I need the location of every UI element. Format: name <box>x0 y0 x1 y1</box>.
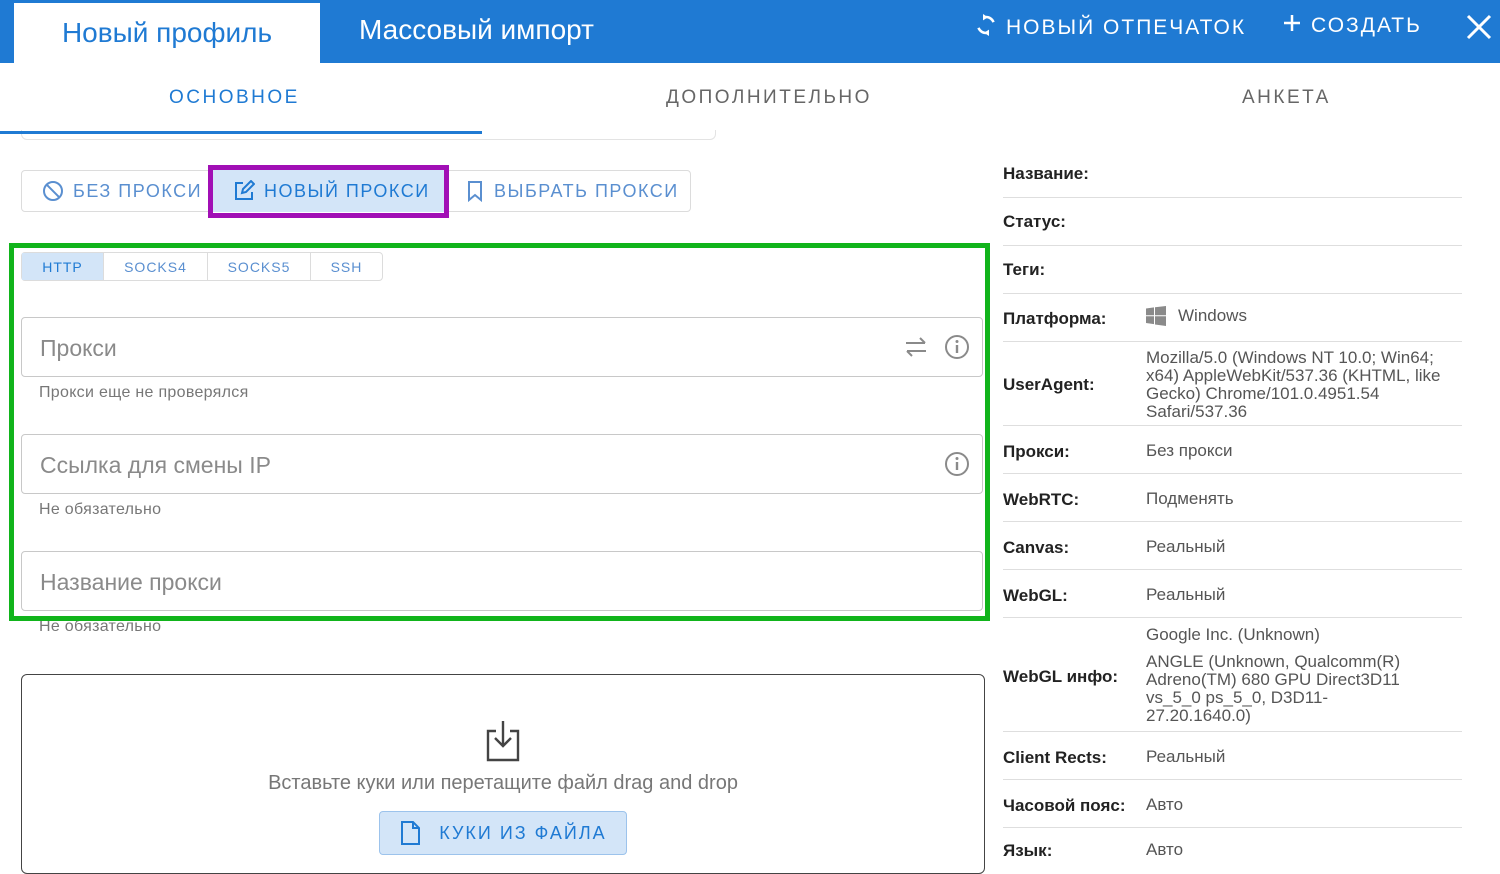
summary-value: Реальный <box>1146 747 1226 766</box>
summary-value: vs_5_0 ps_5_0, D3D11- <box>1146 688 1329 707</box>
summary-value: Реальный <box>1146 537 1226 556</box>
highlight-proxy-form <box>9 243 990 621</box>
file-icon <box>401 821 421 845</box>
tab-basic[interactable]: ОСНОВНОЕ <box>169 87 300 109</box>
top-bar: Новый профиль Массовый импорт НОВЫЙ ОТПЕ… <box>0 0 1500 63</box>
summary-row-webgl-info: WebGL инфо: Google Inc. (Unknown) ANGLE … <box>1003 618 1462 732</box>
summary-label: Платформа: <box>1003 309 1107 328</box>
summary-value: 27.20.1640.0) <box>1146 706 1251 725</box>
summary-label: Прокси: <box>1003 442 1070 461</box>
cookies-drop-text: Вставьте куки или перетащите файл drag a… <box>268 772 738 794</box>
no-proxy-label: БЕЗ ПРОКСИ <box>73 180 203 201</box>
summary-row-useragent: UserAgent: Mozilla/5.0 (Windows NT 10.0;… <box>1003 342 1462 426</box>
summary-label: WebRTC: <box>1003 490 1080 509</box>
download-icon <box>485 719 521 768</box>
select-proxy-label: ВЫБРАТЬ ПРОКСИ <box>494 180 679 201</box>
active-tab-indicator <box>0 131 482 134</box>
tab-mass-import[interactable]: Массовый импорт <box>359 14 594 46</box>
windows-icon <box>1146 306 1166 331</box>
block-icon <box>43 181 63 201</box>
summary-row-tags: Теги: <box>1003 246 1462 294</box>
new-fingerprint-label: НОВЫЙ ОТПЕЧАТОК <box>1006 16 1247 39</box>
summary-row-name: Название: <box>1003 150 1462 198</box>
summary-row-proxy: Прокси: Без прокси <box>1003 426 1462 474</box>
summary-row-client-rects: Client Rects: Реальный <box>1003 732 1462 780</box>
summary-value: Без прокси <box>1146 441 1233 460</box>
summary-value: Mozilla/5.0 (Windows NT 10.0; Win64; <box>1146 348 1434 367</box>
summary-label: Client Rects: <box>1003 748 1107 767</box>
summary-row-status: Статус: <box>1003 198 1462 246</box>
no-proxy-button[interactable]: БЕЗ ПРОКСИ <box>22 170 208 212</box>
summary-label: WebGL инфо: <box>1003 667 1119 686</box>
summary-value: Реальный <box>1146 585 1226 604</box>
summary-label: Язык: <box>1003 841 1053 860</box>
refresh-icon <box>976 14 996 42</box>
close-icon[interactable] <box>1462 10 1496 44</box>
summary-label: Статус: <box>1003 212 1066 231</box>
summary-row-platform: Платформа: Windows <box>1003 294 1462 342</box>
create-button[interactable]: СОЗДАТЬ <box>1283 14 1422 38</box>
summary-value: Google Inc. (Unknown) <box>1146 625 1320 644</box>
cookies-from-file-label: КУКИ ИЗ ФАЙЛА <box>439 822 607 843</box>
summary-label: WebGL: <box>1003 586 1068 605</box>
summary-value: Windows <box>1178 306 1247 325</box>
summary-value: Авто <box>1146 840 1184 859</box>
bookmark-icon <box>468 181 482 202</box>
select-proxy-button[interactable]: ВЫБРАТЬ ПРОКСИ <box>449 170 689 212</box>
summary-row-language: Язык: Авто <box>1003 828 1462 861</box>
tab-additional[interactable]: ДОПОЛНИТЕЛЬНО <box>666 87 872 109</box>
summary-value: x64) AppleWebKit/537.36 (KHTML, like <box>1146 366 1441 385</box>
summary-row-webgl: WebGL: Реальный <box>1003 570 1462 618</box>
summary-row-canvas: Canvas: Реальный <box>1003 522 1462 570</box>
summary-value: Подменять <box>1146 489 1234 508</box>
highlight-new-proxy <box>208 165 449 218</box>
cookies-from-file-button[interactable]: КУКИ ИЗ ФАЙЛА <box>379 811 627 855</box>
tab-questionnaire[interactable]: АНКЕТА <box>1242 87 1331 109</box>
plus-icon <box>1283 14 1301 38</box>
summary-value: Авто <box>1146 795 1184 814</box>
summary-value: Gecko) Chrome/101.0.4951.54 <box>1146 384 1380 403</box>
summary-value: ANGLE (Unknown, Qualcomm(R) <box>1146 652 1401 671</box>
new-fingerprint-button[interactable]: НОВЫЙ ОТПЕЧАТОК <box>976 14 1246 42</box>
summary-label: UserAgent: <box>1003 375 1095 394</box>
summary-value: Adreno(TM) 680 GPU Direct3D11 <box>1146 670 1400 689</box>
summary-label: Название: <box>1003 164 1089 183</box>
summary-row-webrtc: WebRTC: Подменять <box>1003 474 1462 522</box>
summary-label: Canvas: <box>1003 538 1070 557</box>
summary-value: Safari/537.36 <box>1146 402 1248 421</box>
tab-new-profile[interactable]: Новый профиль <box>14 3 320 63</box>
summary-label: Часовой пояс: <box>1003 796 1126 815</box>
summary-row-timezone: Часовой пояс: Авто <box>1003 780 1462 828</box>
summary-label: Теги: <box>1003 260 1046 279</box>
create-label: СОЗДАТЬ <box>1311 14 1422 37</box>
